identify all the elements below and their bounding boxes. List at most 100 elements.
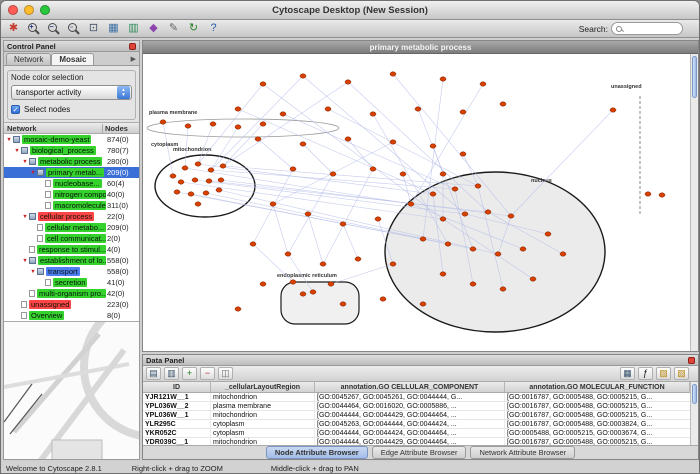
graph-node[interactable] [270, 202, 276, 206]
graph-node[interactable] [328, 282, 334, 286]
graph-node[interactable] [160, 120, 166, 124]
unselect-attributes-icon[interactable]: ▥ [164, 367, 179, 380]
graph-node[interactable] [260, 122, 266, 126]
graph-node[interactable] [390, 140, 396, 144]
graph-node[interactable] [408, 202, 414, 206]
column-header[interactable]: annotation.GO CELLULAR_COMPONENT [315, 382, 505, 392]
graph-node[interactable] [188, 192, 194, 196]
graph-node[interactable] [430, 192, 436, 196]
tree-expander-icon[interactable]: ▼ [21, 214, 29, 220]
graph-node[interactable] [520, 247, 526, 251]
graph-node[interactable] [430, 144, 436, 148]
search-box[interactable] [611, 22, 683, 35]
graph-node[interactable] [340, 222, 346, 226]
graph-node[interactable] [485, 210, 491, 214]
graph-node[interactable] [480, 82, 486, 86]
graph-node[interactable] [355, 257, 361, 261]
column-header[interactable]: annotation.GO MOLECULAR_FUNCTION [505, 382, 690, 392]
cytoscape-icon[interactable]: ✱ [5, 21, 22, 36]
nodes-column-header[interactable]: Nodes [103, 124, 139, 133]
graph-node[interactable] [415, 107, 421, 111]
select-nodes-checkbox[interactable]: Select nodes [11, 105, 132, 114]
graph-node[interactable] [220, 164, 226, 168]
zoom-in-icon[interactable]: + [25, 21, 42, 36]
graph-node[interactable] [218, 178, 224, 182]
graph-node[interactable] [174, 190, 180, 194]
node-color-attribute-select[interactable]: transporter activity [11, 85, 132, 100]
graph-node[interactable] [178, 180, 184, 184]
graph-node[interactable] [290, 280, 296, 284]
canvas-vertical-scrollbar[interactable] [690, 54, 698, 351]
tree-row[interactable]: nucleobase...60(4) [4, 178, 139, 189]
graph-node[interactable] [440, 172, 446, 176]
table-row[interactable]: YPL036W__2plasma membrane[GO:0044464, GO… [143, 402, 698, 411]
graph-node[interactable] [475, 184, 481, 188]
graph-node[interactable] [610, 108, 616, 112]
graph-node[interactable] [305, 212, 311, 216]
tree-row[interactable]: ▼mosaic-demo-yeast874(0) [4, 134, 139, 145]
table-row[interactable]: YPL036W__1mitochondrion[GO:0044444, GO:0… [143, 411, 698, 420]
tree-row[interactable]: ▼metabolic process280(0) [4, 156, 139, 167]
graph-node[interactable] [260, 82, 266, 86]
search-input[interactable] [625, 24, 678, 33]
tree-row[interactable]: ▼cellular process22(0) [4, 211, 139, 222]
graph-node[interactable] [195, 202, 201, 206]
tree-row[interactable]: secretion41(0) [4, 277, 139, 288]
graph-node[interactable] [420, 302, 426, 306]
graph-node[interactable] [345, 80, 351, 84]
graph-node[interactable] [300, 292, 306, 296]
column-header[interactable]: ID [143, 382, 211, 392]
graph-node[interactable] [560, 252, 566, 256]
graph-node[interactable] [195, 162, 201, 166]
trash-icon[interactable]: ◫ [218, 367, 233, 380]
tree-expander-icon[interactable]: ▼ [29, 269, 37, 275]
tab-scroll-right-icon[interactable]: ▶ [128, 55, 139, 65]
graph-node[interactable] [470, 247, 476, 251]
graph-node[interactable] [192, 178, 198, 182]
function-builder-icon[interactable]: ƒ [638, 367, 653, 380]
table-row[interactable]: YLR295Ccytoplasm[GO:0045263, GO:0044444,… [143, 420, 698, 429]
graph-node[interactable] [500, 102, 506, 106]
tab-node-attribute-browser[interactable]: Node Attribute Browser [266, 446, 368, 459]
graph-node[interactable] [345, 137, 351, 141]
scrollbar-thumb[interactable] [692, 56, 697, 98]
column-header[interactable]: _cellularLayoutRegion [211, 382, 315, 392]
graph-node[interactable] [330, 172, 336, 176]
table-row[interactable]: YKR052Ccytoplasm[GO:0044444, GO:0044424,… [143, 429, 698, 438]
attribute-grid-icon[interactable]: ▦ [620, 367, 635, 380]
tree-expander-icon[interactable]: ▼ [13, 148, 21, 154]
tree-row[interactable]: Overview8(0) [4, 310, 139, 321]
graph-node[interactable] [250, 242, 256, 246]
tree-row[interactable]: ▼establishment of lo...558(0) [4, 255, 139, 266]
table-vertical-scrollbar[interactable] [690, 382, 698, 445]
graph-node[interactable] [325, 107, 331, 111]
tree-expander-icon[interactable]: ▼ [21, 159, 29, 165]
graph-node[interactable] [280, 112, 286, 116]
refresh-network-icon[interactable]: ↻ [185, 21, 202, 36]
graph-node[interactable] [390, 262, 396, 266]
graph-node[interactable] [375, 217, 381, 221]
graph-node[interactable] [440, 272, 446, 276]
graph-node[interactable] [370, 167, 376, 171]
graph-node[interactable] [255, 137, 261, 141]
graph-node[interactable] [420, 237, 426, 241]
tree-row[interactable]: response to stimul...4(0) [4, 244, 139, 255]
zoom-fit-icon[interactable]: ⊡ [85, 21, 102, 36]
graph-node[interactable] [462, 212, 468, 216]
tab-network[interactable]: Network [6, 53, 51, 65]
graph-node[interactable] [208, 168, 214, 172]
graph-node[interactable] [445, 242, 451, 246]
table-row[interactable]: YJR121W__1mitochondrion[GO:0045267, GO:0… [143, 393, 698, 402]
graph-node[interactable] [235, 307, 241, 311]
graph-node[interactable] [530, 277, 536, 281]
network-overview-thumbnail[interactable] [4, 321, 139, 459]
select-attributes-icon[interactable]: ▤ [146, 367, 161, 380]
tree-row[interactable]: ▼transport558(0) [4, 266, 139, 277]
graph-node[interactable] [206, 179, 212, 183]
graph-node[interactable] [235, 107, 241, 111]
new-attribute-icon[interactable]: + [182, 367, 197, 380]
graph-node[interactable] [185, 124, 191, 128]
graph-node[interactable] [440, 217, 446, 221]
tree-row[interactable]: ▼primary metab...209(0) [4, 167, 139, 178]
help-icon[interactable]: ? [205, 21, 222, 36]
